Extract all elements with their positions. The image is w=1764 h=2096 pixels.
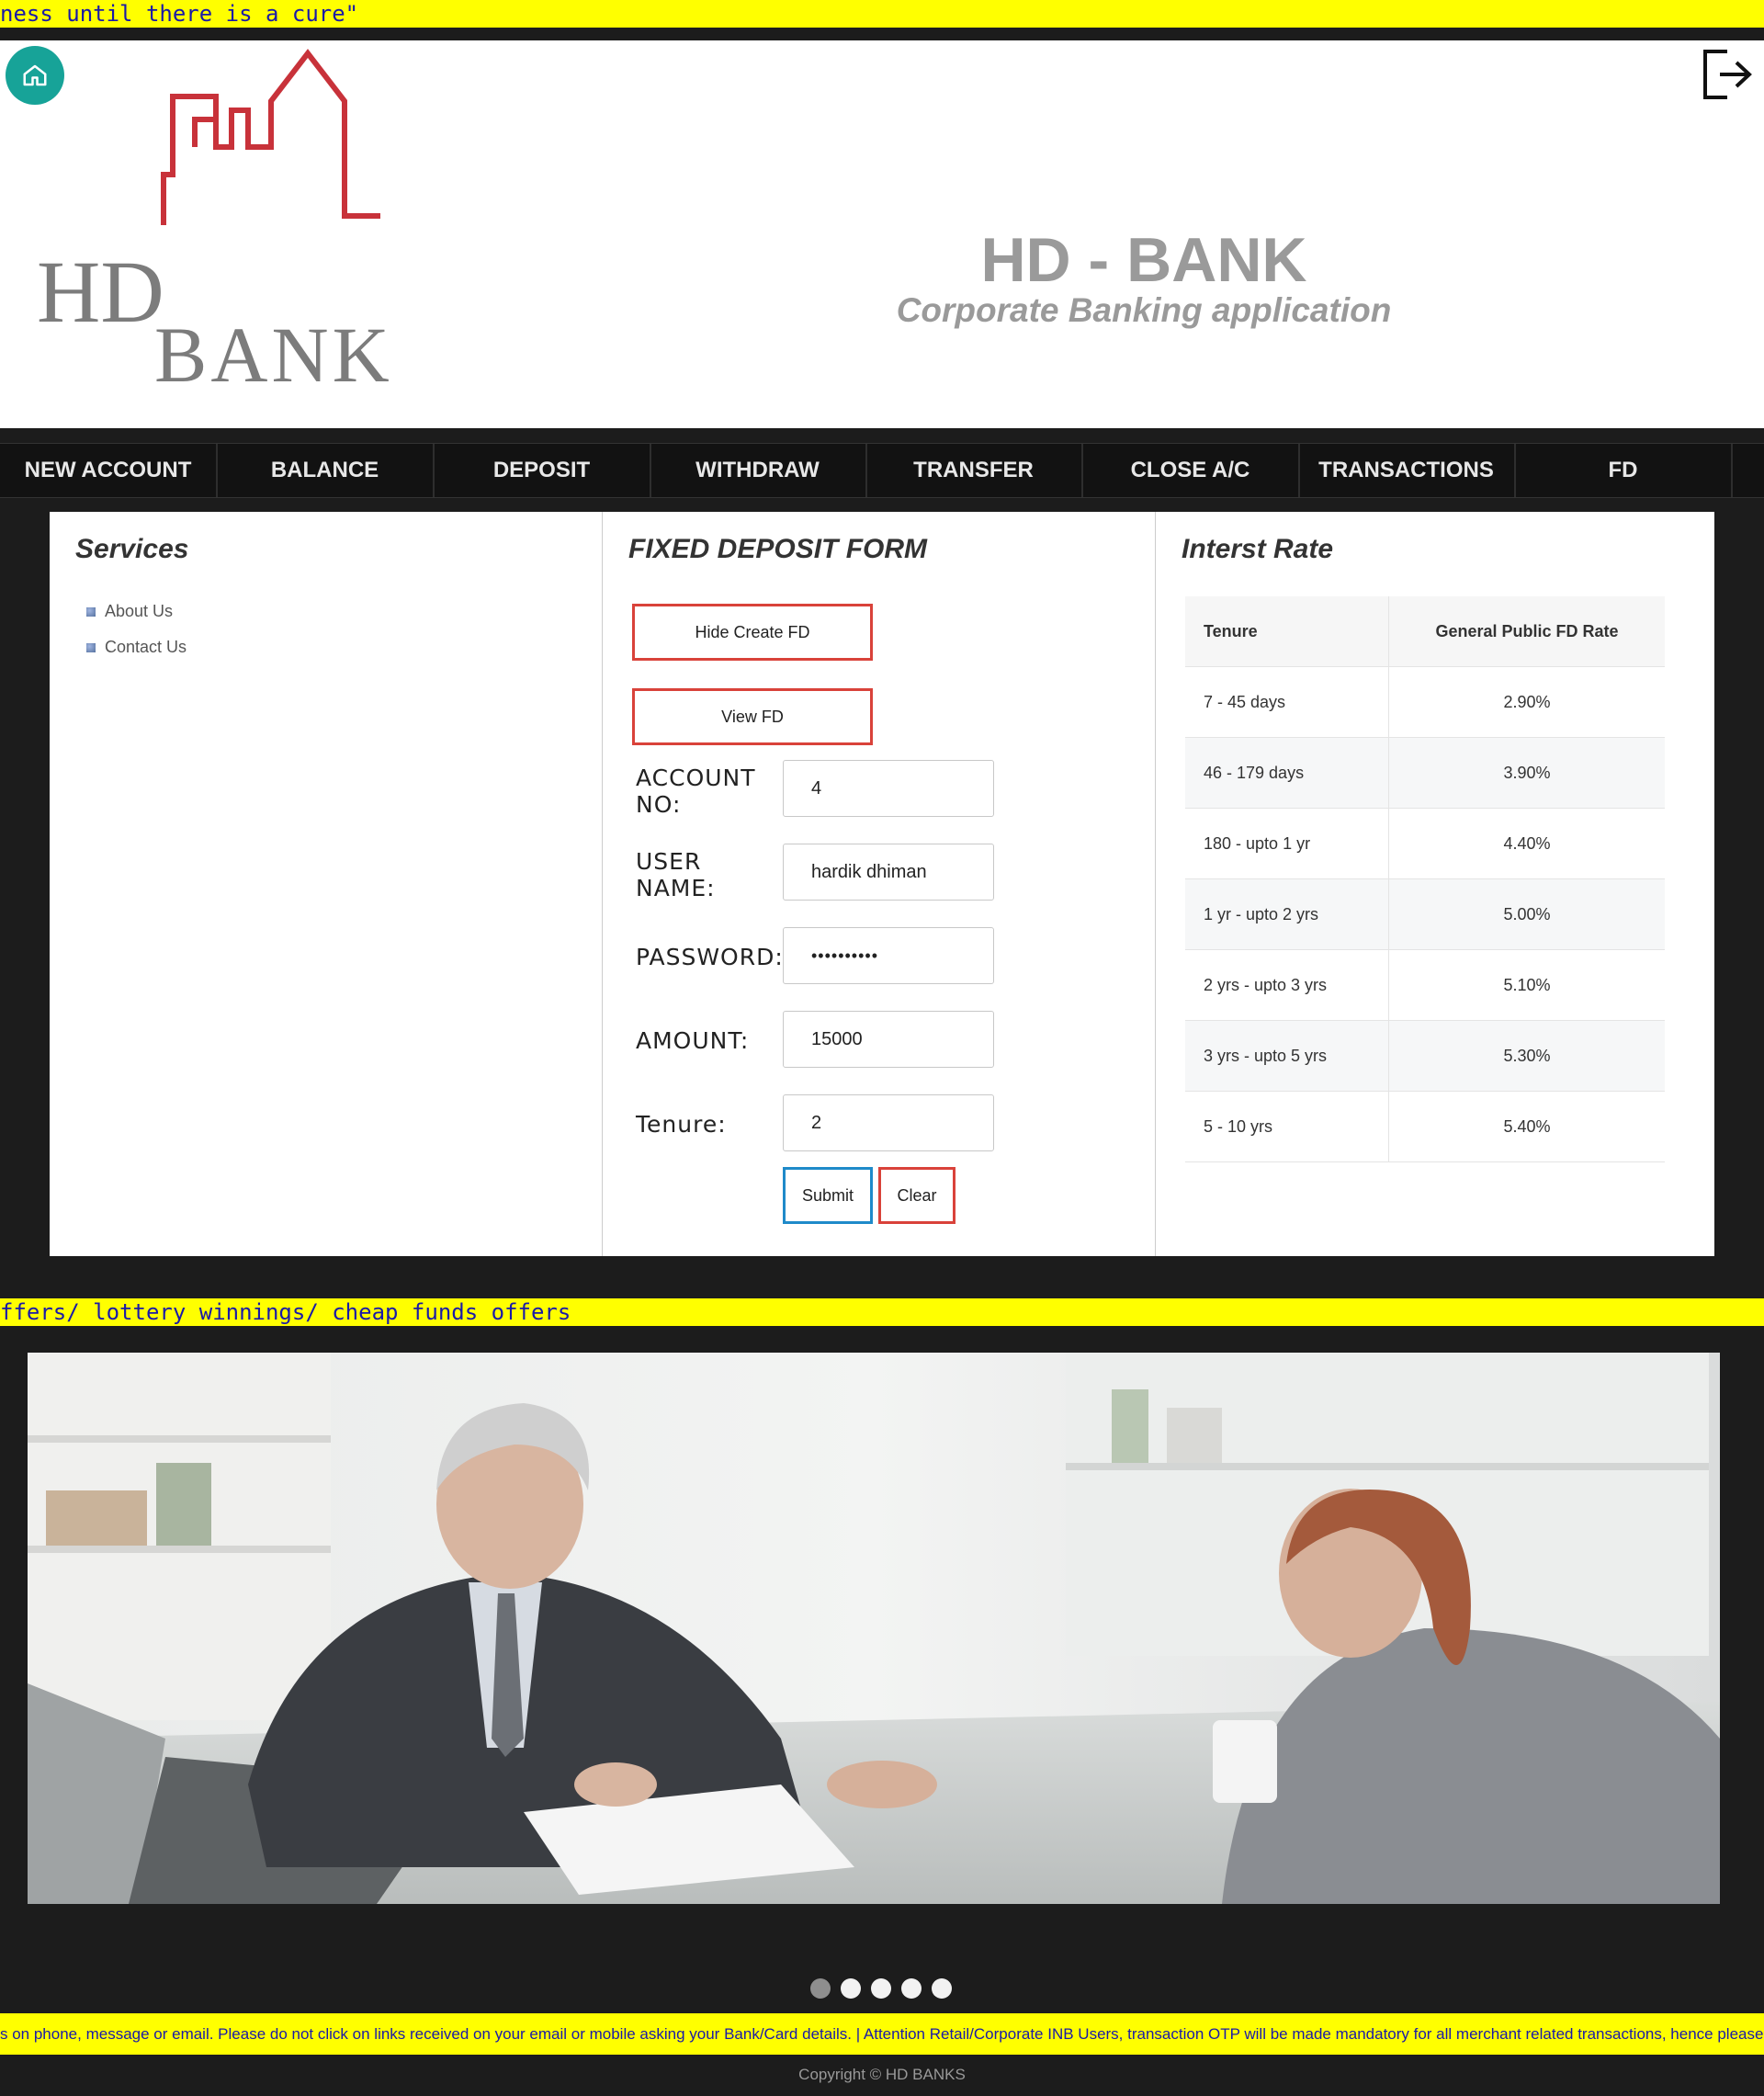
rate-cell: 5.00% (1388, 878, 1665, 950)
nav-balance[interactable]: BALANCE (217, 444, 435, 497)
account-no-label: ACCOUNT NO: (636, 765, 756, 818)
table-row: 180 - upto 1 yr 4.40% (1185, 808, 1665, 879)
carousel-dot-1[interactable] (810, 1978, 831, 1999)
table-row: 5 - 10 yrs 5.40% (1185, 1091, 1665, 1162)
tenure-label: Tenure: (636, 1111, 727, 1138)
clear-button[interactable]: Clear (878, 1167, 956, 1224)
view-fd-button[interactable]: View FD (632, 688, 873, 745)
rate-cell: 5.10% (1388, 949, 1665, 1021)
tenure-cell: 46 - 179 days (1185, 737, 1389, 809)
hd-bank-logo: HD BANK (37, 49, 393, 386)
copyright-text: Copyright © HD BANKS (798, 2066, 966, 2083)
interest-rate-column: Interst Rate Tenure General Public FD Ra… (1156, 512, 1714, 1256)
brand-title: HD - BANK (980, 225, 1307, 295)
bullet-icon (86, 607, 96, 617)
tenure-cell: 180 - upto 1 yr (1185, 808, 1389, 879)
nav-deposit[interactable]: DEPOSIT (434, 444, 651, 497)
table-header-rate: General Public FD Rate (1388, 596, 1665, 667)
main-nav: NEW ACCOUNT BALANCE DEPOSIT WITHDRAW TRA… (0, 443, 1764, 498)
password-input[interactable] (783, 927, 994, 984)
user-name-label: USER NAME: (636, 848, 716, 901)
service-link-contact-us[interactable]: Contact Us (86, 638, 187, 657)
table-row: 2 yrs - upto 3 yrs 5.10% (1185, 949, 1665, 1021)
account-no-input[interactable] (783, 760, 994, 817)
ticker-middle-text: ffers/ lottery winnings/ cheap funds off… (0, 1299, 571, 1325)
logout-icon[interactable] (1700, 46, 1757, 103)
services-column: Services About Us Contact Us (50, 512, 603, 1256)
service-link-label: Contact Us (105, 638, 187, 656)
rate-cell: 4.40% (1388, 808, 1665, 879)
nav-transfer[interactable]: TRANSFER (865, 444, 1083, 497)
nav-new-account[interactable]: NEW ACCOUNT (0, 444, 218, 497)
rate-cell: 3.90% (1388, 737, 1665, 809)
ticker-middle: ffers/ lottery winnings/ cheap funds off… (0, 1298, 1764, 1326)
ticker-bottom: s on phone, message or email. Please do … (0, 2013, 1764, 2055)
rate-cell: 5.40% (1388, 1091, 1665, 1162)
user-name-input[interactable] (783, 844, 994, 901)
nav-fd[interactable]: FD (1515, 444, 1733, 497)
tenure-input[interactable] (783, 1094, 994, 1151)
carousel-dot-5[interactable] (932, 1978, 952, 1999)
rate-cell: 2.90% (1388, 666, 1665, 738)
nav-withdraw[interactable]: WITHDRAW (650, 444, 867, 497)
header: HD BANK HD - BANK Corporate Banking appl… (0, 40, 1764, 428)
bullet-icon (86, 643, 96, 653)
brand-subtitle: Corporate Banking application (896, 291, 1392, 329)
carousel-dot-4[interactable] (901, 1978, 922, 1999)
table-row: 7 - 45 days 2.90% (1185, 666, 1665, 738)
table-row: 46 - 179 days 3.90% (1185, 737, 1665, 809)
ticker-top-text: ness until there is a cure" (0, 1, 359, 27)
rate-cell: 5.30% (1388, 1020, 1665, 1092)
table-header-tenure: Tenure (1185, 596, 1389, 667)
nav-transactions[interactable]: TRANSACTIONS (1298, 444, 1516, 497)
nav-close-ac[interactable]: CLOSE A/C (1082, 444, 1300, 497)
table-row: 3 yrs - upto 5 yrs 5.30% (1185, 1020, 1665, 1092)
tenure-cell: 3 yrs - upto 5 yrs (1185, 1020, 1389, 1092)
amount-input[interactable] (783, 1011, 994, 1068)
tenure-cell: 1 yr - upto 2 yrs (1185, 878, 1389, 950)
table-header-row: Tenure General Public FD Rate (1185, 596, 1665, 667)
main-panel: Services About Us Contact Us FIXED DEPOS… (50, 512, 1714, 1256)
service-link-label: About Us (105, 602, 174, 620)
amount-label: AMOUNT: (636, 1027, 750, 1054)
interest-rate-title: Interst Rate (1182, 534, 1334, 564)
fd-form-title: FIXED DEPOSIT FORM (628, 534, 928, 564)
service-link-about-us[interactable]: About Us (86, 602, 173, 621)
password-label: PASSWORD: (636, 944, 784, 970)
carousel-image (28, 1353, 1720, 1904)
carousel-dot-3[interactable] (871, 1978, 891, 1999)
logo-text-hd: HD (37, 243, 164, 341)
carousel-dot-2[interactable] (841, 1978, 861, 1999)
tenure-cell: 2 yrs - upto 3 yrs (1185, 949, 1389, 1021)
tenure-cell: 7 - 45 days (1185, 666, 1389, 738)
table-row: 1 yr - upto 2 yrs 5.00% (1185, 878, 1665, 950)
interest-rate-table: Tenure General Public FD Rate 7 - 45 day… (1185, 596, 1665, 1162)
logo-text-bank: BANK (154, 311, 393, 386)
tenure-cell: 5 - 10 yrs (1185, 1091, 1389, 1162)
fd-form-column: FIXED DEPOSIT FORM Hide Create FD View F… (603, 512, 1156, 1256)
services-title: Services (75, 534, 189, 564)
ticker-top: ness until there is a cure" (0, 0, 1764, 28)
hide-create-fd-button[interactable]: Hide Create FD (632, 604, 873, 661)
ticker-bottom-text: s on phone, message or email. Please do … (0, 2025, 1764, 2043)
submit-button[interactable]: Submit (783, 1167, 873, 1224)
